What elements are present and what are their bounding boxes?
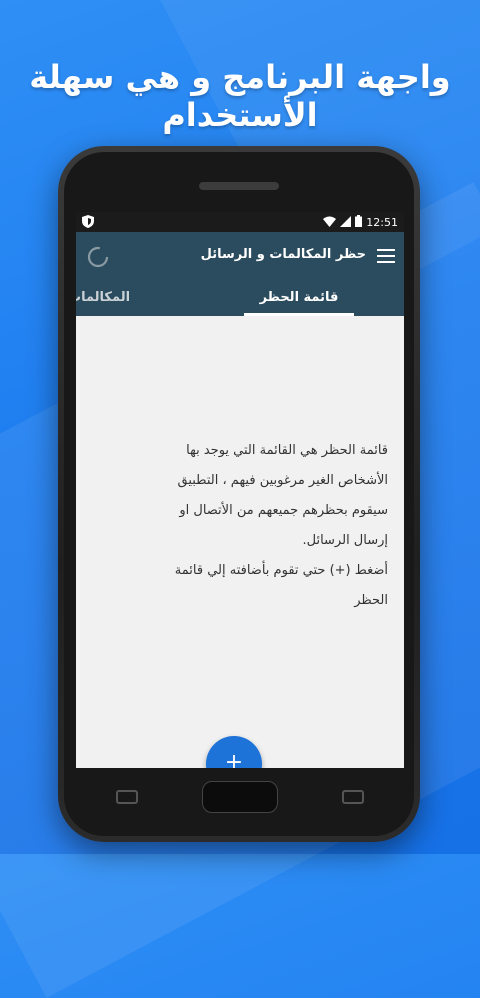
promo-headline: واجهة البرنامج و هي سهلة الأستخدام [29,58,451,134]
description-line: سيقوم بحظرهم جميعهم من الأتصال او [179,503,388,518]
phone-earpiece [199,182,279,190]
empty-state-description: قائمة الحظر هي القائمة التي يوجد بها الأ… [90,436,388,616]
back-icon[interactable] [342,790,364,804]
description-line: إرسال الرسائل. [302,533,388,548]
description-line: الأشخاص الغير مرغوبين فيهم ، التطبيق [177,473,388,488]
signal-icon [340,215,352,230]
add-button[interactable]: + [206,736,262,768]
tab-bar: قائمة الحظر المكالمات [76,282,404,316]
description-line: أضغط (+) حتي تقوم بأضافته إلي قائمة [174,563,388,578]
block-list-content: قائمة الحظر هي القائمة التي يوجد بها الأ… [76,316,404,768]
battery-icon [355,215,363,230]
description-line: قائمة الحظر هي القائمة التي يوجد بها [186,443,388,458]
tab-calls[interactable]: المكالمات [76,282,130,316]
description-line: الحظر [354,593,388,608]
tab-block-list[interactable]: قائمة الحظر [244,282,354,316]
phone-nav-bar [76,774,404,820]
app-bar: حظر المكالمات و الرسائل [76,232,404,282]
hamburger-menu-icon[interactable] [374,244,398,268]
wifi-icon [323,216,337,230]
shield-icon [82,215,94,231]
recent-apps-icon[interactable] [116,790,138,804]
app-title: حظر المكالمات و الرسائل [200,247,366,262]
refresh-icon[interactable] [86,245,110,269]
status-icons: 12:51 [323,215,398,230]
status-bar: 12:51 [76,212,404,232]
clock-time: 12:51 [366,216,398,229]
home-button[interactable] [202,781,278,813]
phone-screen: 12:51 حظر المكالمات و الرسائل قائمة الحظ… [76,212,404,768]
phone-frame: 12:51 حظر المكالمات و الرسائل قائمة الحظ… [58,146,420,842]
